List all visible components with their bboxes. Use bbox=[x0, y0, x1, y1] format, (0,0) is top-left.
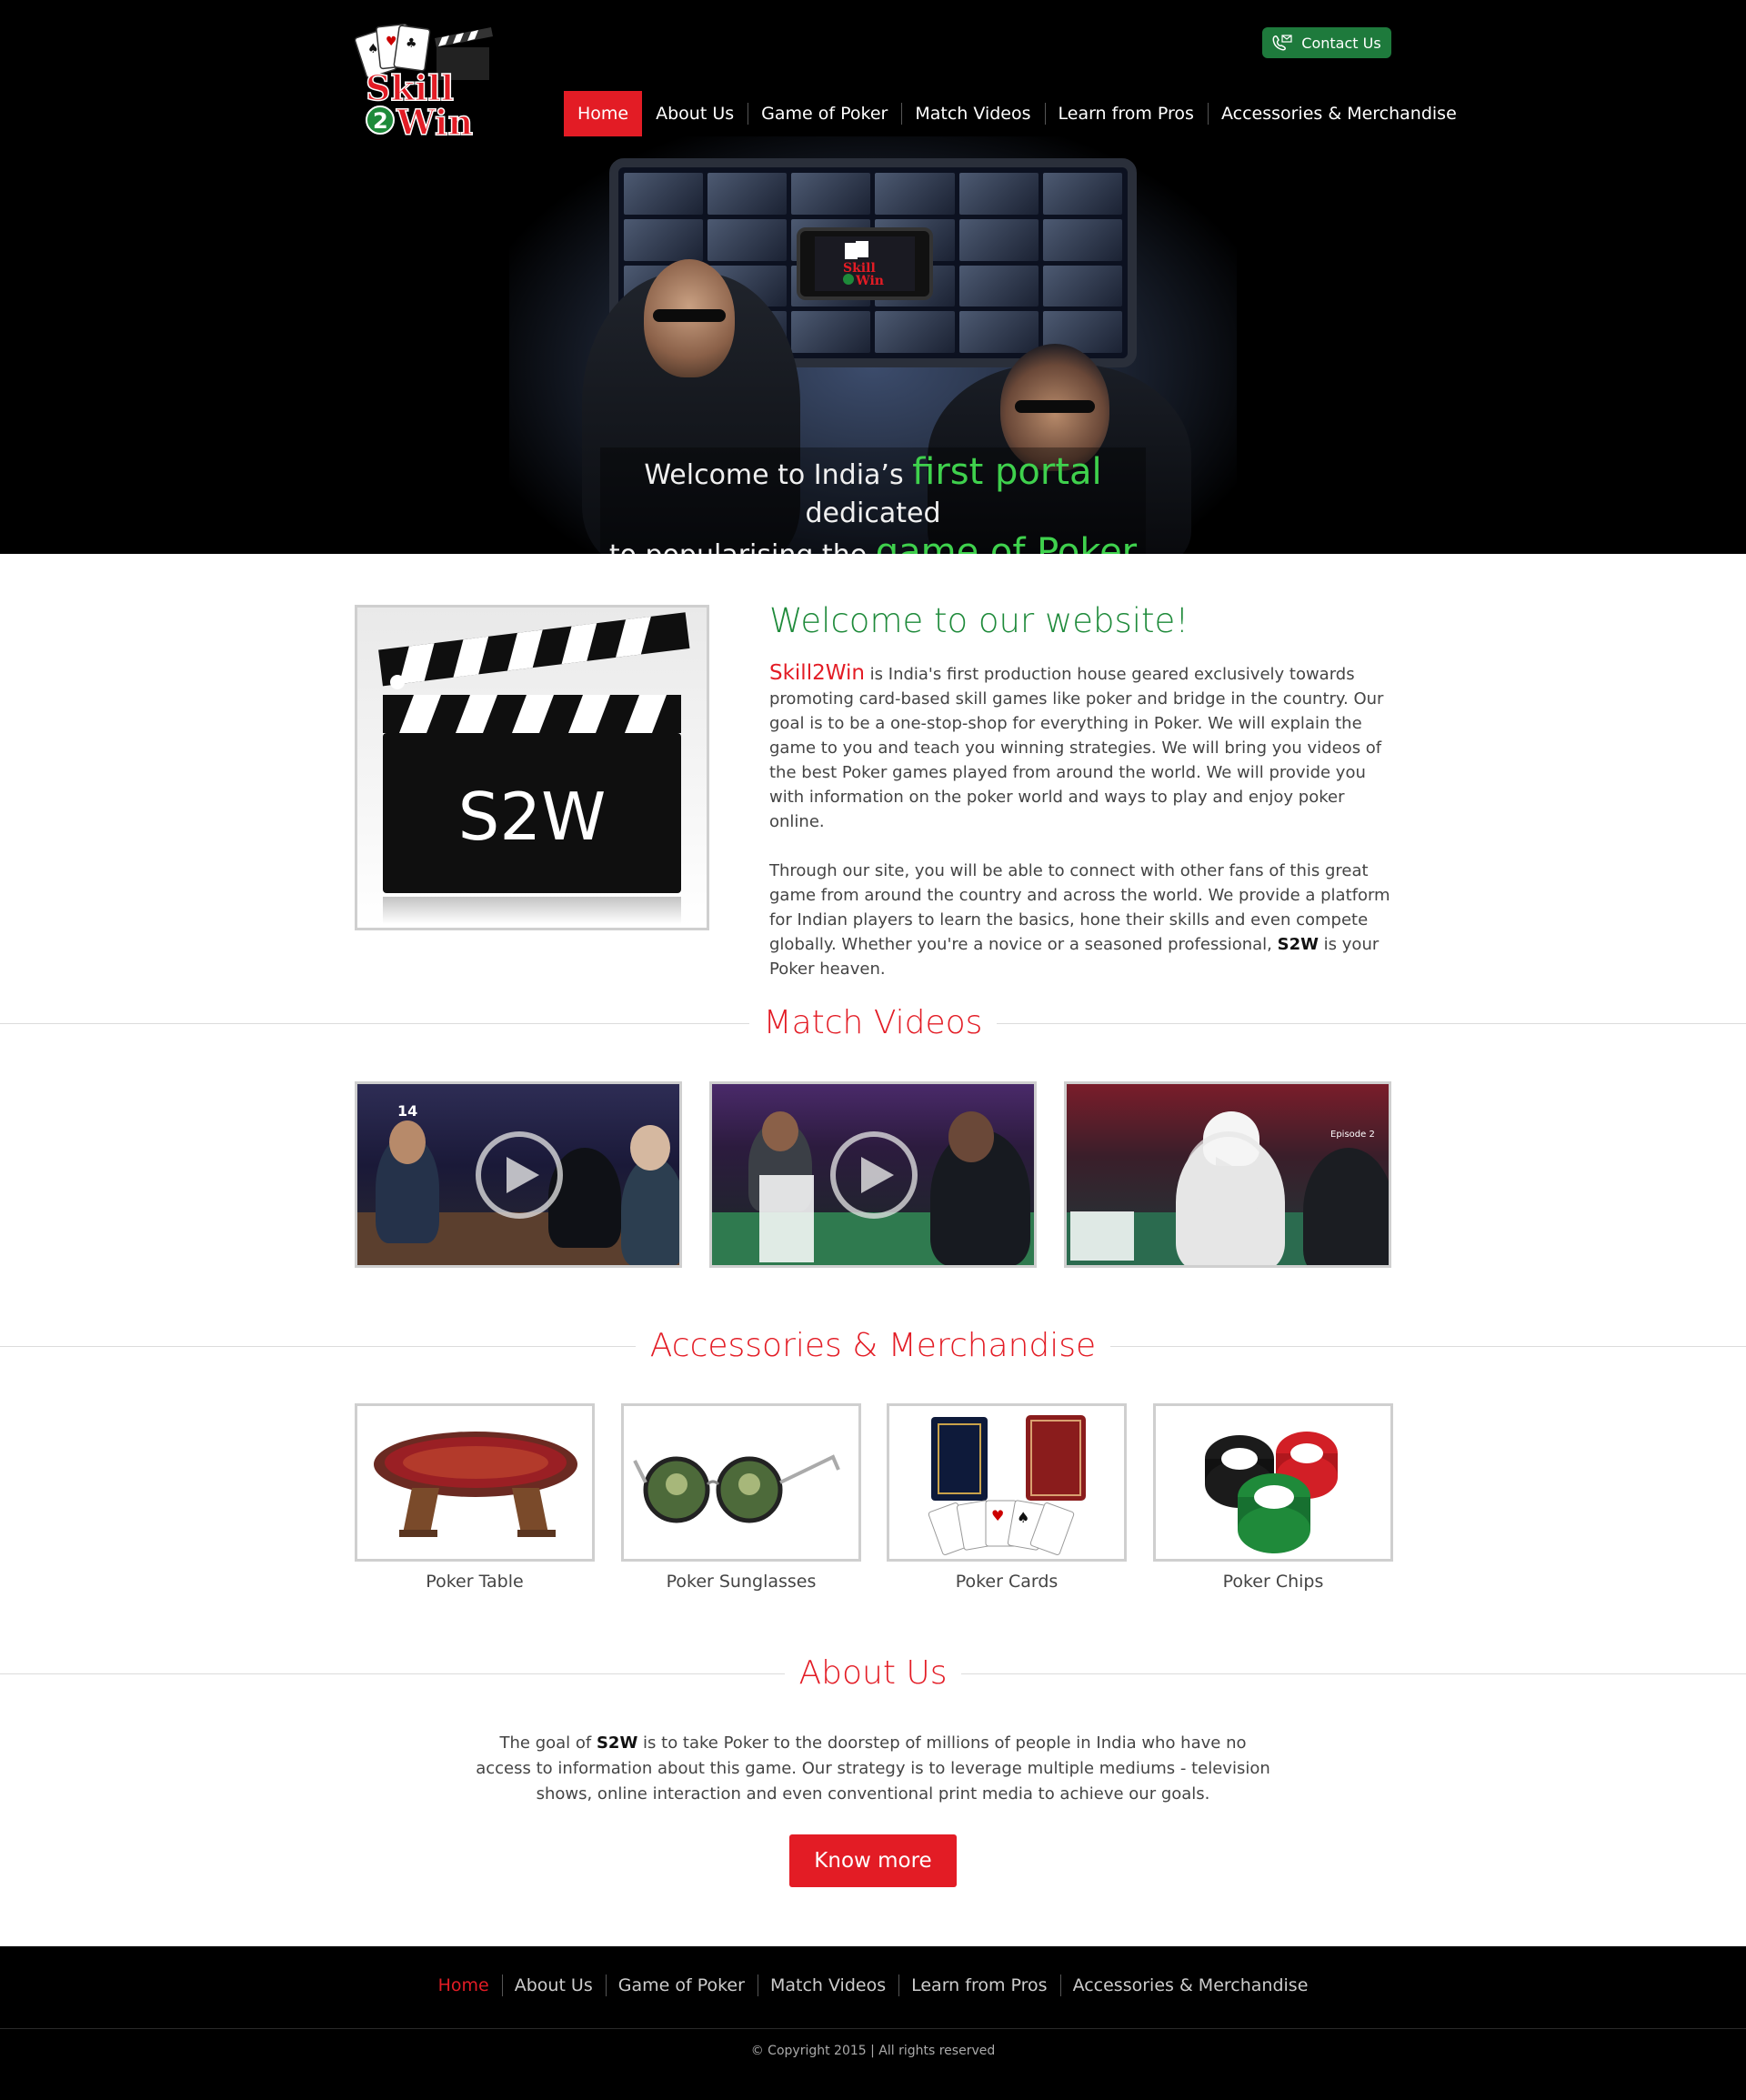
about-us-text: The goal of S2W is to take Poker to the … bbox=[476, 1733, 1270, 1804]
accessory-label-poker-sunglasses[interactable]: Poker Sunglasses bbox=[621, 1572, 861, 1592]
brand-name: Skill2Win bbox=[769, 661, 865, 685]
hero-phone-image: Skill Win bbox=[797, 227, 933, 300]
skill2win-logo[interactable]: ♠ ♥ ♣ Skill 2 Win bbox=[354, 20, 500, 144]
know-more-button[interactable]: Know more bbox=[789, 1834, 957, 1887]
clapperboard-text: S2W bbox=[458, 779, 607, 855]
nav-learn-from-pros[interactable]: Learn from Pros bbox=[1044, 91, 1208, 136]
nav-game-of-poker[interactable]: Game of Poker bbox=[748, 91, 901, 136]
site-header: ♠ ♥ ♣ Skill 2 Win Contact Us Home About … bbox=[0, 0, 1746, 554]
poker-cards-image: ♥ ♠ bbox=[928, 1415, 1086, 1555]
nav-accessories[interactable]: Accessories & Merchandise bbox=[1207, 91, 1470, 136]
about-us-heading: About Us bbox=[0, 1654, 1746, 1692]
play-icon[interactable] bbox=[830, 1131, 918, 1219]
phone-mail-icon bbox=[1272, 35, 1292, 51]
accessory-poker-sunglasses[interactable] bbox=[621, 1403, 861, 1562]
contact-us-label: Contact Us bbox=[1301, 34, 1381, 52]
welcome-title: Welcome to our website! bbox=[769, 601, 1189, 640]
hero-highlight-first-portal: first portal bbox=[912, 451, 1102, 493]
hero-banner: Skill Win Welcome to India’s first porta… bbox=[509, 136, 1237, 554]
svg-text:♥: ♥ bbox=[991, 1507, 1004, 1524]
play-icon[interactable] bbox=[1185, 1131, 1272, 1219]
accessory-label-poker-chips[interactable]: Poker Chips bbox=[1153, 1572, 1393, 1592]
poker-sunglasses-image bbox=[633, 1454, 840, 1523]
footer-nav-match-videos[interactable]: Match Videos bbox=[757, 1972, 898, 1999]
welcome-paragraph-2: Through our site, you will be able to co… bbox=[769, 861, 1390, 979]
site-footer: Home About Us Game of Poker Match Videos… bbox=[0, 1946, 1746, 2100]
video-episode-badge: Episode 2 bbox=[1330, 1130, 1375, 1140]
hero-highlight-game-of-poker: game of Poker bbox=[875, 531, 1138, 554]
svg-text:♠: ♠ bbox=[1017, 1509, 1029, 1526]
nav-about-us[interactable]: About Us bbox=[642, 91, 748, 136]
nav-match-videos[interactable]: Match Videos bbox=[901, 91, 1044, 136]
footer-nav: Home About Us Game of Poker Match Videos… bbox=[0, 1972, 1746, 1999]
footer-nav-game-of-poker[interactable]: Game of Poker bbox=[605, 1972, 758, 1999]
video-thumbnail-3[interactable]: Episode 2 bbox=[1064, 1081, 1391, 1268]
video-thumbnail-1[interactable]: 14 bbox=[355, 1081, 682, 1268]
footer-nav-learn-from-pros[interactable]: Learn from Pros bbox=[898, 1972, 1059, 1999]
footer-nav-about-us[interactable]: About Us bbox=[501, 1972, 606, 1999]
poker-chips-image bbox=[1205, 1432, 1338, 1553]
play-icon[interactable] bbox=[476, 1131, 563, 1219]
hero-caption: Welcome to India’s first portal dedicate… bbox=[600, 447, 1146, 554]
accessory-label-poker-cards[interactable]: Poker Cards bbox=[887, 1572, 1127, 1592]
svg-text:2: 2 bbox=[373, 108, 388, 134]
welcome-text: Skill2Win is India's first production ho… bbox=[769, 661, 1391, 981]
copyright-text: © Copyright 2015 | All rights reserved bbox=[750, 2044, 996, 2058]
match-videos-heading: Match Videos bbox=[0, 1004, 1746, 1041]
footer-nav-accessories[interactable]: Accessories & Merchandise bbox=[1059, 1972, 1321, 1999]
svg-text:Win: Win bbox=[855, 274, 884, 286]
svg-text:Win: Win bbox=[396, 102, 473, 143]
footer-divider bbox=[0, 2028, 1746, 2029]
nav-home[interactable]: Home bbox=[564, 91, 643, 136]
poker-table-image bbox=[374, 1432, 577, 1537]
main-nav: Home About Us Game of Poker Match Videos… bbox=[564, 91, 1470, 136]
video-thumbnail-2[interactable] bbox=[709, 1081, 1037, 1268]
accessory-poker-chips[interactable] bbox=[1153, 1403, 1393, 1562]
svg-text:♠: ♠ bbox=[367, 42, 379, 56]
svg-text:♥: ♥ bbox=[386, 35, 397, 49]
accessory-label-poker-table[interactable]: Poker Table bbox=[355, 1572, 595, 1592]
welcome-paragraph-1: Skill2Win is India's first production ho… bbox=[769, 661, 1384, 831]
clapperboard-image: S2W bbox=[355, 605, 709, 930]
accessories-heading: Accessories & Merchandise bbox=[0, 1327, 1746, 1364]
video-channel-badge: 14 bbox=[397, 1102, 418, 1120]
accessory-poker-cards[interactable]: ♥ ♠ bbox=[887, 1403, 1127, 1562]
svg-text:♣: ♣ bbox=[406, 36, 417, 51]
footer-nav-home[interactable]: Home bbox=[426, 1972, 502, 1999]
accessory-poker-table[interactable] bbox=[355, 1403, 595, 1562]
contact-us-button[interactable]: Contact Us bbox=[1262, 27, 1391, 58]
